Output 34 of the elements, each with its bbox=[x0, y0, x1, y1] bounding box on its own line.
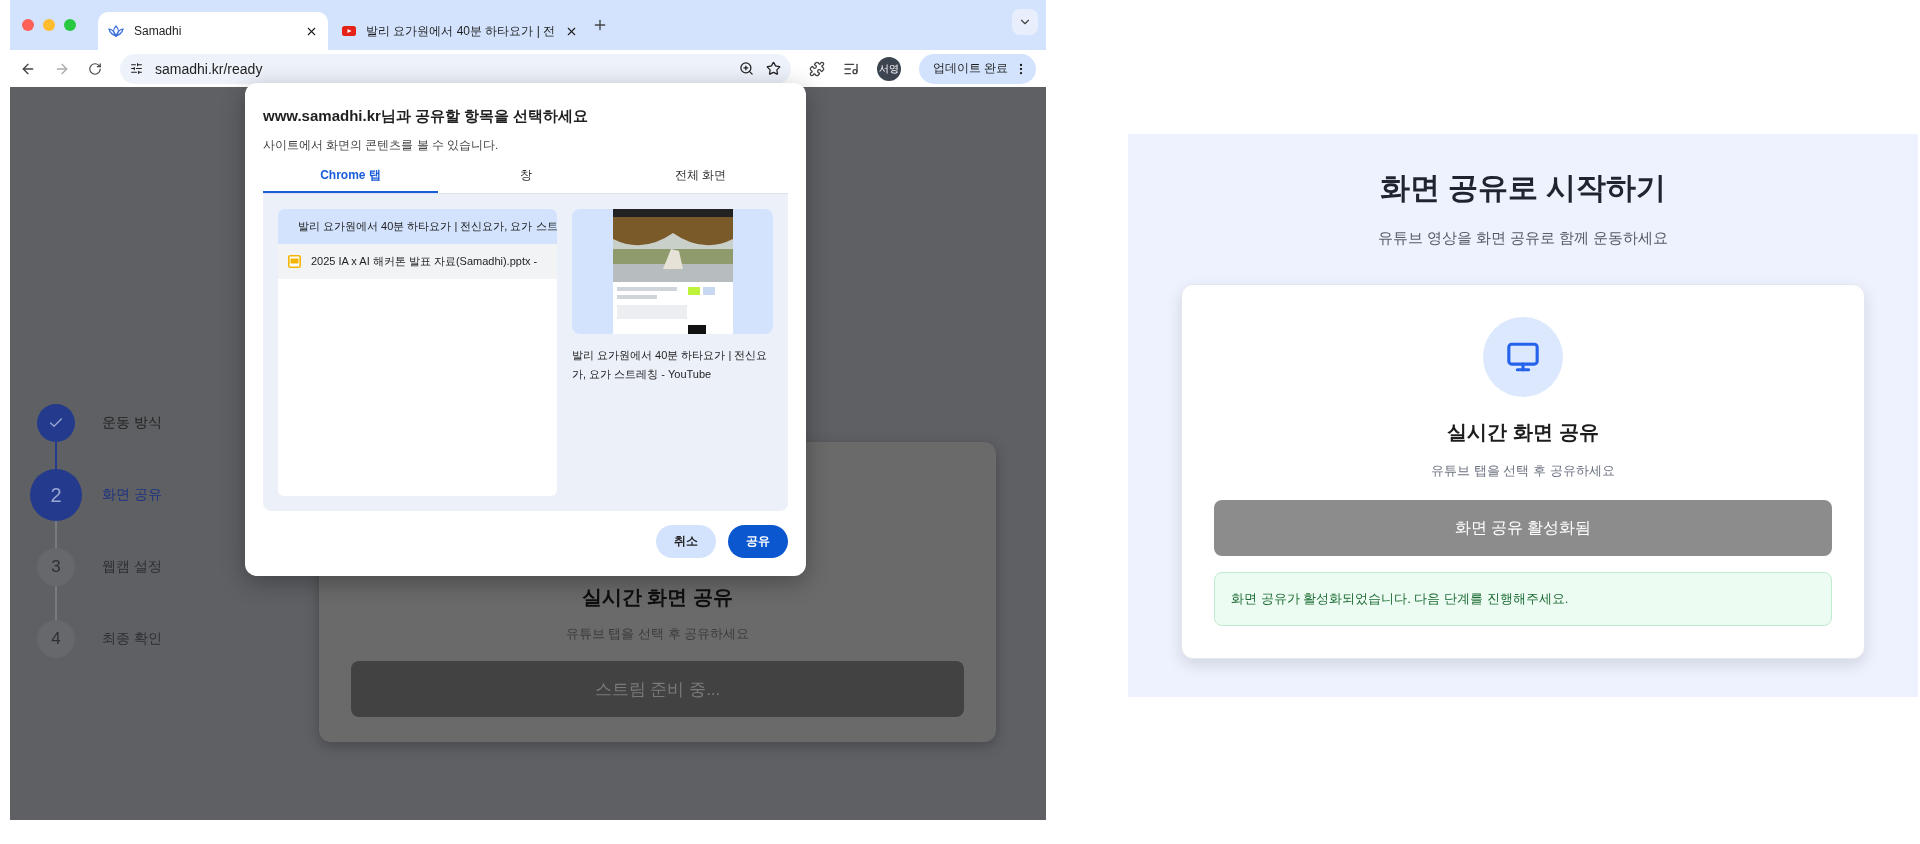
step-circle: 4 bbox=[37, 620, 75, 658]
address-bar[interactable]: samadhi.kr/ready bbox=[120, 53, 791, 84]
site-settings-icon[interactable] bbox=[130, 62, 143, 75]
reload-icon[interactable] bbox=[88, 61, 102, 76]
video-icon bbox=[342, 26, 356, 36]
lotus-icon bbox=[108, 25, 124, 37]
step-circle: 3 bbox=[37, 548, 75, 586]
zoom-icon[interactable] bbox=[738, 61, 754, 76]
card-title: 실시간 화면 공유 bbox=[1447, 420, 1599, 445]
dialog-tab[interactable]: 전체 화면 bbox=[613, 167, 788, 193]
dialog-title: www.samadhi.kr님과 공유할 항목을 선택하세요 bbox=[263, 107, 590, 126]
bookmark-star-icon[interactable] bbox=[765, 61, 781, 76]
update-button[interactable]: 업데이트 완료 bbox=[918, 53, 1036, 84]
extensions-icon[interactable] bbox=[808, 60, 825, 77]
step-label: 화면 공유 bbox=[102, 486, 162, 504]
url-text: samadhi.kr/ready bbox=[155, 60, 264, 77]
browser-tab[interactable]: 발리 요가원에서 40분 하타요가 | 전 bbox=[332, 12, 589, 50]
card-subtitle: 유튜브 탭을 선택 후 공유하세요 bbox=[1431, 462, 1615, 480]
slides-icon bbox=[288, 255, 301, 268]
source-item[interactable]: 2025 IA x AI 해커톤 발표 자료(Samadhi).pptx - bbox=[278, 244, 557, 279]
browser-tab[interactable]: Samadhi bbox=[98, 12, 328, 50]
step-label: 운동 방식 bbox=[102, 414, 162, 432]
share-button[interactable]: 공유 bbox=[728, 525, 788, 558]
preview-caption: 발리 요가원에서 40분 하타요가 | 전신요가, 요가 스트레칭 - YouTube bbox=[572, 348, 769, 382]
source-item[interactable]: 발리 요가원에서 40분 하타요가 | 전신요가, 요가 스트 bbox=[278, 209, 557, 244]
page-title: 화면 공유로 시작하기 bbox=[1379, 170, 1667, 206]
cancel-button[interactable]: 취소 bbox=[656, 525, 716, 558]
page-subtitle: 유튜브 영상을 화면 공유로 함께 운동하세요 bbox=[1377, 229, 1669, 248]
dialog-subtitle: 사이트에서 화면의 콘텐츠를 볼 수 있습니다. bbox=[263, 138, 500, 153]
card-title: 실시간 화면 공유 bbox=[581, 585, 734, 610]
step-circle: 2 bbox=[30, 469, 82, 521]
profile-avatar[interactable]: 서영 bbox=[876, 56, 901, 81]
dialog-tab[interactable]: 창 bbox=[438, 167, 613, 193]
success-alert: 화면 공유가 활성화되었습니다. 다음 단계를 진행해주세요. bbox=[1214, 572, 1832, 626]
